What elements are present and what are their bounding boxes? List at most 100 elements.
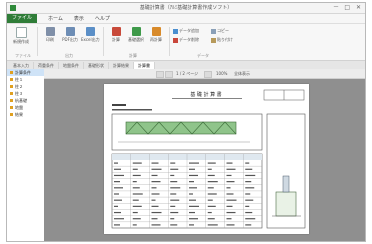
menu-bar: ファイル ホーム 表示 ヘルプ xyxy=(7,14,365,24)
table-cell-text xyxy=(245,174,256,177)
add-data-button[interactable]: データ追加 xyxy=(173,28,199,34)
sidebar-item[interactable]: 結果 xyxy=(7,111,44,118)
window-title: 基礎計算書（ｱﾙﾐ基礎計算書作成ソフト） xyxy=(139,5,233,11)
first-page-button[interactable] xyxy=(156,71,164,78)
table-cell-text xyxy=(207,181,218,183)
tab-report[interactable]: 計算書 xyxy=(134,62,155,69)
print-button[interactable]: 印刷 xyxy=(41,27,59,43)
heading-underline xyxy=(172,98,242,99)
fit-page-button[interactable]: 全体表示 xyxy=(234,71,250,77)
pdf-icon xyxy=(65,27,75,36)
copy-button[interactable]: コピー xyxy=(211,28,229,34)
calc-table-grid xyxy=(112,154,262,228)
table-cell-text xyxy=(189,187,197,189)
sidebar-item[interactable]: 柱３ xyxy=(7,90,44,97)
minimize-icon[interactable]: － xyxy=(333,4,339,11)
table-cell-text xyxy=(207,162,216,164)
table-cell-text xyxy=(226,211,236,214)
sidebar: 計算条件 柱１ 柱２ 柱３ 杭基礎 地盤 結果 xyxy=(7,69,45,241)
table-cell-text xyxy=(114,168,121,170)
table-cell-text xyxy=(207,211,212,214)
zoom-level[interactable]: 100% xyxy=(216,71,227,76)
table-cell-text xyxy=(189,168,195,170)
table-cell-text xyxy=(189,162,199,164)
table-cell-text xyxy=(132,174,141,177)
folder-icon xyxy=(10,92,13,95)
table-cell-text xyxy=(151,218,158,220)
paste-icon xyxy=(211,37,216,43)
table-cell-text xyxy=(132,162,142,164)
document-heading: 基 礎 計 算 書 xyxy=(190,91,221,98)
table-cell-text xyxy=(207,224,218,226)
table-cell-text xyxy=(170,224,178,226)
table-cell-text xyxy=(170,205,176,207)
table-cell-text xyxy=(226,187,231,189)
table-cell-text xyxy=(189,199,196,201)
table-cell-text xyxy=(245,224,252,226)
table-cell-text xyxy=(226,199,237,201)
prev-page-button[interactable] xyxy=(165,71,173,78)
delete-data-button[interactable]: データ削除 xyxy=(173,37,199,43)
table-cell-text xyxy=(245,211,253,214)
sidebar-item[interactable]: 柱１ xyxy=(7,76,44,83)
table-cell-text xyxy=(151,205,159,207)
table-cell-text xyxy=(170,162,176,164)
ribbon-group-data: データ xyxy=(197,53,209,58)
table-cell-text xyxy=(114,193,119,195)
folder-icon xyxy=(10,78,13,81)
table-cell-text xyxy=(151,187,157,189)
table-cell-text xyxy=(114,162,118,164)
sidebar-item[interactable]: 計算条件 xyxy=(7,69,44,76)
ribbon: 新規作成 印刷 PDF出力 Excel出力 計算 基礎選択 再計算 データ追加 … xyxy=(7,24,365,61)
menu-file[interactable]: ファイル xyxy=(7,14,38,23)
table-cell-text xyxy=(189,205,199,207)
menu-home[interactable]: ホーム xyxy=(48,15,63,22)
foundation-button[interactable]: 基礎選択 xyxy=(127,27,145,43)
table-cell-text xyxy=(245,218,256,220)
folder-icon xyxy=(10,71,13,74)
tab-results[interactable]: 計算結果 xyxy=(109,62,134,69)
new-document-button[interactable]: 新規作成 xyxy=(11,27,31,45)
next-page-button[interactable] xyxy=(204,71,212,78)
sidebar-item[interactable]: 地盤 xyxy=(7,104,44,111)
table-cell-text xyxy=(189,218,198,220)
table-cell-text xyxy=(114,205,118,207)
menu-help[interactable]: ヘルプ xyxy=(95,15,110,22)
table-cell-text xyxy=(114,224,120,226)
maximize-icon[interactable]: □ xyxy=(344,4,350,11)
tab-foundation-shape[interactable]: 基礎形状 xyxy=(84,62,109,69)
table-cell-text xyxy=(170,193,177,195)
app-window: 基礎計算書（ｱﾙﾐ基礎計算書作成ソフト） － □ ✕ ファイル ホーム 表示 ヘ… xyxy=(6,2,366,242)
title-bar: 基礎計算書（ｱﾙﾐ基礎計算書作成ソフト） － □ ✕ xyxy=(7,3,365,14)
pdf-button[interactable]: PDF出力 xyxy=(61,27,79,43)
table-cell-text xyxy=(151,211,162,214)
calculate-icon xyxy=(111,27,121,36)
table-cell-text xyxy=(207,174,215,177)
tab-basic-input[interactable]: 基本入力 xyxy=(9,62,34,69)
foundation-section-diagram xyxy=(275,191,297,217)
recalculate-button[interactable]: 再計算 xyxy=(147,27,165,43)
sidebar-item[interactable]: 杭基礎 xyxy=(7,97,44,104)
table-cell-text xyxy=(151,174,158,177)
print-preview-area[interactable]: 1 / 2 ページ 100% 全体表示 基 礎 計 算 書 xyxy=(44,69,365,241)
paste-button[interactable]: 貼り付け xyxy=(211,37,233,43)
calculate-button[interactable]: 計算 xyxy=(107,27,125,43)
tab-ground-conditions[interactable]: 地盤条件 xyxy=(59,62,84,69)
table-cell-text xyxy=(207,193,217,195)
sidebar-item[interactable]: 柱２ xyxy=(7,83,44,90)
table-cell-text xyxy=(170,187,181,189)
printer-icon xyxy=(45,27,55,36)
table-cell-text xyxy=(245,181,252,183)
table-cell-text xyxy=(132,205,142,207)
menu-view[interactable]: 表示 xyxy=(74,15,84,22)
foundation-icon xyxy=(131,27,141,36)
table-cell-text xyxy=(207,168,212,170)
folder-icon xyxy=(10,85,13,88)
table-cell-text xyxy=(226,174,232,177)
close-icon[interactable]: ✕ xyxy=(356,4,361,11)
excel-button[interactable]: Excel出力 xyxy=(81,27,100,43)
tab-load-conditions[interactable]: 荷重条件 xyxy=(34,62,59,69)
delete-icon xyxy=(173,37,178,43)
new-document-icon xyxy=(15,27,27,38)
table-cell-text xyxy=(132,187,140,189)
